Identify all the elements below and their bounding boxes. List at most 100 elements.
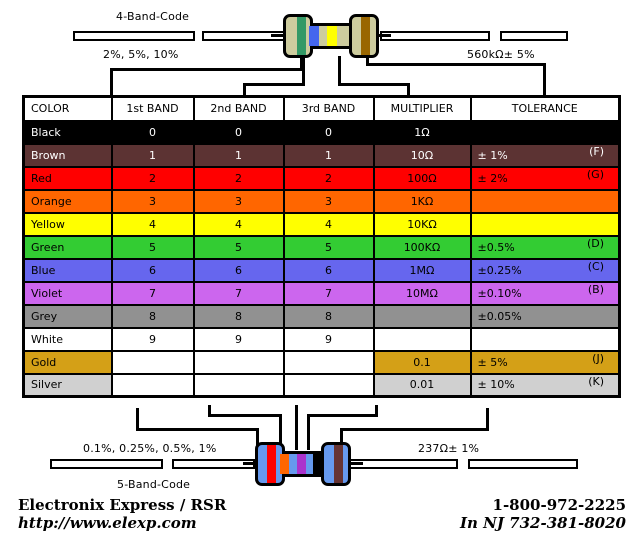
cell-color: Blue [22, 257, 113, 283]
cell-tolerance [469, 326, 621, 352]
cell-color: Orange [22, 188, 113, 214]
top-leader-v-4b [543, 63, 546, 95]
cell-band2 [192, 349, 285, 375]
bot-leader-v-5b [486, 408, 489, 430]
resistor-band-2 [280, 454, 289, 474]
header-tolerance: TOLERANCE [469, 95, 621, 122]
cell-color: Silver [22, 372, 113, 398]
top-tolerance-note: 2%, 5%, 10% [103, 48, 179, 61]
cell-multiplier: 10KΩ [372, 211, 472, 237]
cell-tolerance [469, 119, 621, 145]
cell-band2: 5 [192, 234, 285, 260]
company-name: Electronix Express / RSR [18, 496, 227, 514]
top-leader-h-3 [338, 83, 410, 86]
top-lead-bar-4 [500, 31, 568, 41]
cell-band3 [282, 372, 375, 398]
cell-band1: 3 [110, 188, 195, 214]
cell-band1: 8 [110, 303, 195, 329]
header-1st-band: 1st BAND [110, 95, 195, 122]
table-row: Blue 6 6 6 1MΩ ±0.25% (C) [22, 257, 621, 283]
cell-band3: 6 [282, 257, 375, 283]
bot-lead-bar-3 [348, 459, 458, 469]
cell-color: Grey [22, 303, 113, 329]
cell-tolerance: ±0.05% [469, 303, 621, 329]
cell-multiplier: 0.01 [372, 372, 472, 398]
header-3rd-band: 3rd BAND [282, 95, 375, 122]
cell-band1: 7 [110, 280, 195, 306]
bottom-diagram-title: 5-Band-Code [117, 478, 191, 491]
top-leader-v-2 [302, 56, 305, 86]
table-row: White 9 9 9 [22, 326, 621, 352]
five-band-resistor [243, 442, 363, 486]
table-row: Brown 1 1 1 10Ω ± 1% (F) [22, 142, 621, 168]
four-band-resistor [271, 14, 391, 58]
resistor-band-3 [297, 454, 306, 474]
cell-tolerance: ± 10% (K) [469, 372, 621, 398]
header-multiplier: MULTIPLIER [372, 95, 472, 122]
website-link[interactable]: http://www.elexp.com [18, 514, 226, 532]
cell-band1: 6 [110, 257, 195, 283]
cell-color: Gold [22, 349, 113, 375]
cell-multiplier: 1MΩ [372, 257, 472, 283]
cell-multiplier: 1KΩ [372, 188, 472, 214]
top-diagram-title: 4-Band-Code [116, 10, 190, 23]
cell-band1: 4 [110, 211, 195, 237]
cell-multiplier: 10Ω [372, 142, 472, 168]
bot-leader-h-4 [307, 414, 378, 417]
cell-band2: 3 [192, 188, 285, 214]
phone-number-nj: In NJ 732-381-8020 [460, 514, 626, 532]
cell-band3: 4 [282, 211, 375, 237]
top-leader-v-2b [243, 83, 246, 95]
cell-band2: 9 [192, 326, 285, 352]
cell-tolerance: ± 2% (G) [469, 165, 621, 191]
cell-band3: 0 [282, 119, 375, 145]
table-row: Orange 3 3 3 1KΩ [22, 188, 621, 214]
cell-multiplier [372, 303, 472, 329]
footer-left: Electronix Express / RSR http://www.elex… [18, 496, 226, 532]
top-value-note: 560kΩ± 5% [467, 48, 535, 61]
cell-band1 [110, 372, 195, 398]
bot-lead-bar-1 [50, 459, 163, 469]
cell-color: Red [22, 165, 113, 191]
bot-leader-h-2 [208, 414, 282, 417]
footer-right: 1-800-972-2225 In NJ 732-381-8020 [460, 496, 626, 532]
top-leader-v-3 [338, 56, 341, 86]
cell-tolerance: ±0.25% (C) [469, 257, 621, 283]
bottom-value-note: 237Ω± 1% [418, 442, 480, 455]
cell-band1 [110, 349, 195, 375]
cell-band2: 4 [192, 211, 285, 237]
top-leader-h-1 [110, 68, 303, 71]
top-leader-h-2 [243, 83, 305, 86]
bot-leader-h-1 [136, 428, 259, 431]
tolerance-letter-code: (G) [586, 167, 604, 181]
bot-leader-v-1b [136, 408, 139, 430]
cell-band2: 2 [192, 165, 285, 191]
cell-tolerance: ±0.5% (D) [469, 234, 621, 260]
cell-multiplier: 1Ω [372, 119, 472, 145]
cell-band2: 0 [192, 119, 285, 145]
top-lead-bar-3 [380, 31, 490, 41]
cell-color: Brown [22, 142, 113, 168]
cell-tolerance [469, 211, 621, 237]
tolerance-letter-code: (J) [592, 351, 604, 365]
tolerance-letter-code: (C) [587, 259, 604, 273]
table-row: Silver 0.01 ± 10% (K) [22, 372, 621, 398]
top-leader-v-3b [407, 83, 410, 95]
table-header-row: COLOR 1st BAND 2nd BAND 3rd BAND MULTIPL… [22, 95, 621, 122]
cell-band3: 1 [282, 142, 375, 168]
cell-tolerance: ± 5% (J) [469, 349, 621, 375]
cell-band2: 8 [192, 303, 285, 329]
cell-band3: 7 [282, 280, 375, 306]
table-row: Grey 8 8 8 ±0.05% [22, 303, 621, 329]
cell-multiplier: 100Ω [372, 165, 472, 191]
resistor-band-1 [267, 445, 276, 483]
cell-band3: 2 [282, 165, 375, 191]
cell-multiplier [372, 326, 472, 352]
cell-band1: 0 [110, 119, 195, 145]
cell-band3: 3 [282, 188, 375, 214]
table-row: Red 2 2 2 100Ω ± 2% (G) [22, 165, 621, 191]
resistor-band-4 [313, 454, 322, 474]
cell-color: Violet [22, 280, 113, 306]
resistor-band-2 [309, 26, 319, 46]
cell-band1: 1 [110, 142, 195, 168]
